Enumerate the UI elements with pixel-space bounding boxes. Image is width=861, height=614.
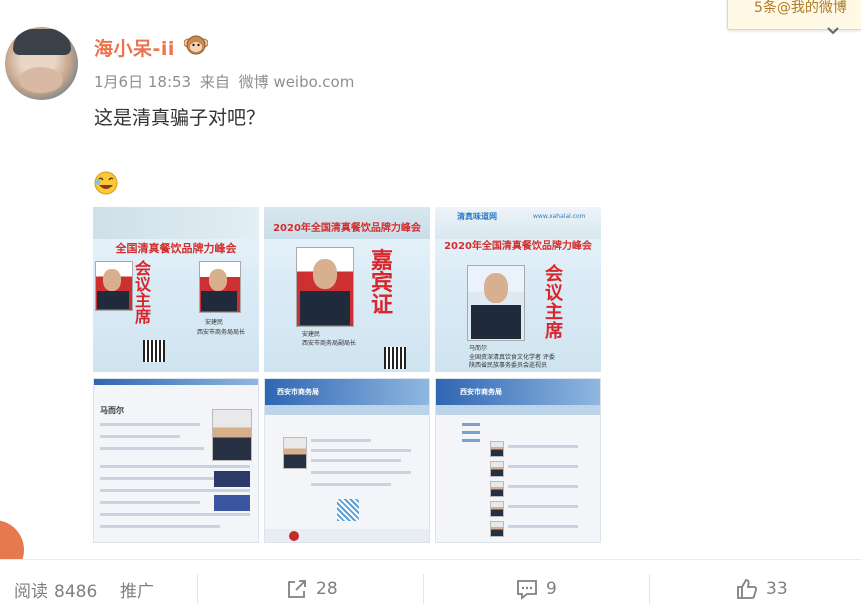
image-thumb-1[interactable]: 全国清真餐饮品牌力峰会 会议主席 安建民 西安市商务局局长 (93, 207, 259, 372)
image3-logo: 清真味道网 (457, 212, 497, 221)
image3-vertical: 会议主席 (545, 264, 563, 342)
image2-vertical: 嘉宾证 (370, 249, 393, 318)
share-count: 28 (316, 579, 338, 599)
share-icon (288, 580, 306, 598)
image1-role: 西安市商务局局长 (197, 329, 246, 336)
notification-tip[interactable]: 5条@我的微博 (727, 0, 861, 30)
image-thumb-4[interactable]: 马而尔 (93, 378, 259, 543)
image6-site: 西安市商务局 (460, 388, 502, 396)
image-thumb-2[interactable]: 2020年全国清真餐饮品牌力峰会 嘉宾证 安建民 西安市商务局副局长 (264, 207, 430, 372)
read-number: 8486 (54, 582, 98, 602)
image-thumb-6[interactable]: 西安市商务局 (435, 378, 601, 543)
image1-vertical: 会议主席 (134, 259, 151, 326)
post-meta: 1月6日 18:53 来自 微博 weibo.com (94, 71, 358, 92)
post-source[interactable]: 微博 weibo.com (239, 73, 355, 91)
image-thumb-5[interactable]: 西安市商务局 (264, 378, 430, 543)
comment-button[interactable]: 9 (516, 574, 557, 604)
image5-site: 西安市商务局 (277, 388, 319, 396)
chevron-down-icon[interactable] (826, 26, 840, 36)
image4-heading: 马而尔 (100, 406, 124, 415)
comment-icon (517, 580, 537, 600)
comment-count: 9 (546, 579, 557, 599)
like-count: 33 (766, 579, 788, 599)
image2-role: 西安市商务局副局长 (302, 340, 357, 347)
post-text: 这是清真骗子对吧？ (94, 107, 266, 129)
share-button[interactable]: 28 (286, 574, 338, 604)
promote-button[interactable]: 推广 (120, 577, 154, 602)
image-thumb-3[interactable]: 清真味道网 www.xahalal.com 2020年全国清真餐饮品牌力峰会 会… (435, 207, 601, 372)
image3-role2: 陕西省民族事务委员会巡视员 (469, 362, 548, 369)
action-bar: 阅读 8486 推广 28 9 33 (0, 559, 861, 614)
image-grid: 全国清真餐饮品牌力峰会 会议主席 安建民 西安市商务局局长 2020年全国清真餐… (93, 207, 601, 543)
like-button[interactable]: 33 (736, 574, 788, 604)
image3-title: 2020年全国清真餐饮品牌力峰会 (444, 241, 592, 252)
read-label: 阅读 (14, 582, 48, 602)
thumbs-up-icon (737, 579, 758, 599)
laughing-emoji-icon (94, 171, 118, 195)
notification-text: 5条@我的微博 (754, 0, 847, 16)
avatar[interactable] (5, 27, 78, 100)
image3-url: www.xahalal.com (533, 213, 586, 220)
read-count: 阅读 8486 (14, 577, 97, 602)
monkey-badge-icon[interactable] (184, 34, 208, 56)
image2-name: 安建民 (302, 331, 321, 338)
image1-title: 全国清真餐饮品牌力峰会 (115, 242, 237, 255)
image2-title: 2020年全国清真餐饮品牌力峰会 (273, 223, 421, 234)
image1-name: 安建民 (205, 319, 224, 326)
source-prefix: 来自 (199, 73, 230, 91)
author-name[interactable]: 海小呆-ii (94, 34, 175, 61)
post-time[interactable]: 1月6日 18:53 (94, 73, 191, 91)
image3-name: 马而尔 (469, 345, 488, 352)
